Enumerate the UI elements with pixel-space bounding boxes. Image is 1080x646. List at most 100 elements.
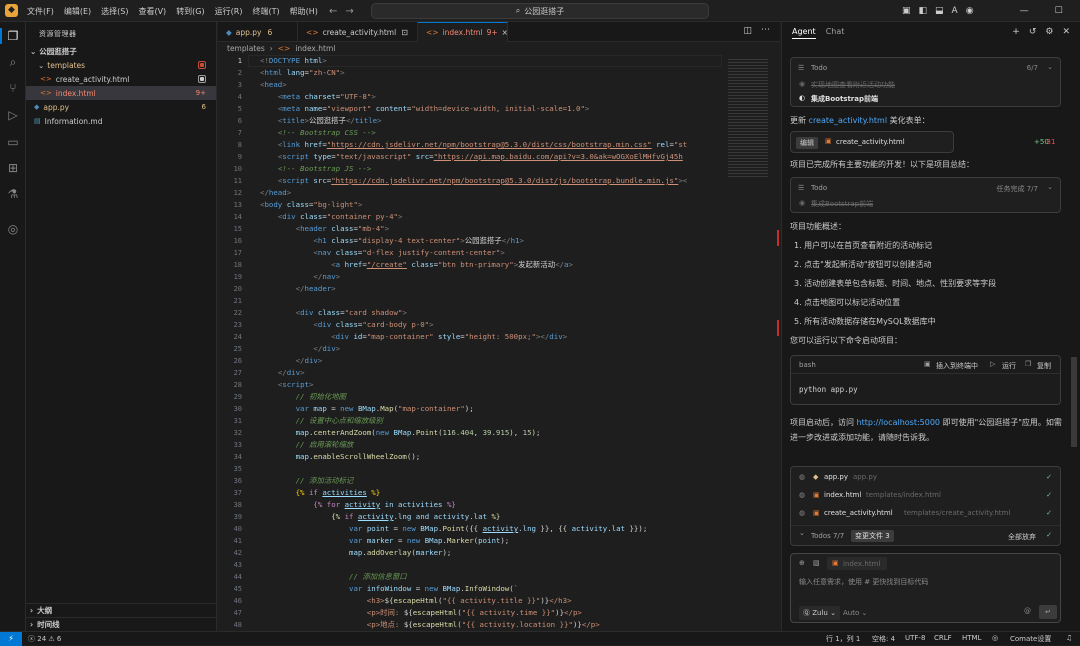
testing-icon[interactable]: ⚗	[6, 187, 20, 201]
menu-selection[interactable]: 选择(S)	[96, 6, 133, 17]
check-all-icon[interactable]: ✓	[1046, 531, 1052, 539]
history-icon[interactable]: ↺	[1029, 27, 1037, 37]
activity-bar: ❐ ⌕ ⑂ ▷ ▭ ⊞ ⚗ ◎	[0, 22, 26, 631]
tree-item-create-activity[interactable]: <> create_activity.html	[26, 72, 216, 86]
tab-close-icon[interactable]: ×	[502, 28, 508, 37]
copy-button[interactable]: 复制	[1037, 361, 1051, 371]
insert-terminal-button[interactable]: 插入到终端中	[936, 361, 978, 371]
tab-app-py[interactable]: ◆ app.py 6	[218, 22, 298, 42]
changed-file-row[interactable]: ◍ ▣ index.html templates/index.html ✓	[791, 487, 1060, 504]
line-number: 4	[237, 93, 242, 101]
changed-file-row[interactable]: ◍ ▣ create_activity.html templates/creat…	[791, 505, 1060, 522]
line-number: 31	[233, 417, 242, 425]
changed-file-row[interactable]: ◍ ◆ app.py app.py ✓	[791, 469, 1060, 486]
tab-agent[interactable]: Agent	[792, 27, 816, 39]
minimap[interactable]	[724, 55, 780, 631]
discard-all-button[interactable]: 全部放弃	[1008, 532, 1036, 542]
encoding[interactable]: UTF-8	[905, 634, 925, 642]
toggle-panel-icon[interactable]: ⬓	[935, 6, 944, 16]
tree-item-templates[interactable]: ⌄ templates	[26, 58, 216, 72]
timeline-section[interactable]: › 时间线	[26, 617, 216, 631]
send-button[interactable]: ↵	[1039, 605, 1057, 619]
menu-edit[interactable]: 编辑(E)	[59, 6, 96, 17]
mode-selector[interactable]: Auto ⌄	[843, 609, 867, 617]
plus-icon[interactable]: +	[1012, 27, 1020, 37]
copilot-icon[interactable]: ◎	[992, 634, 998, 642]
run-button[interactable]: 运行	[1002, 361, 1016, 371]
chevron-down-icon[interactable]: ⌄	[1047, 183, 1053, 191]
menu-view[interactable]: 查看(V)	[133, 6, 171, 17]
mention-icon[interactable]: @	[1024, 607, 1031, 615]
breadcrumb-file[interactable]: index.html	[295, 44, 335, 53]
edit-file-name: create_activity.html	[836, 138, 905, 146]
breadcrumb-folder[interactable]: templates	[227, 44, 265, 53]
editor-tab-bar: ◆ app.py 6 <> create_activity.html ⊡ <> …	[218, 22, 780, 42]
cursor-position[interactable]: 行 1，列 1	[826, 634, 860, 644]
outline-section[interactable]: › 大纲	[26, 603, 216, 617]
tree-item-app-py[interactable]: ◆ app.py 6	[26, 100, 216, 114]
tab-index[interactable]: <> index.html 9+ ×	[418, 22, 508, 42]
extensions-icon[interactable]: ⊞	[6, 161, 20, 175]
problems-indicator[interactable]: ⓧ 24 ⚠ 6	[28, 634, 61, 644]
panel-scrollbar[interactable]	[1071, 357, 1077, 447]
chevron-down-icon[interactable]: ⌄	[799, 529, 805, 537]
close-icon[interactable]: ✕	[1062, 27, 1070, 37]
line-ending[interactable]: CRLF	[934, 634, 952, 642]
search-icon[interactable]: ⌕	[6, 55, 20, 69]
minimize-icon[interactable]: —	[1020, 6, 1029, 16]
menu-help[interactable]: 帮助(H)	[285, 6, 323, 17]
translate-icon[interactable]: A	[952, 6, 958, 16]
chevron-down-icon[interactable]: ⌄	[1047, 63, 1053, 71]
remote-icon[interactable]: ⚡	[0, 632, 22, 646]
indentation[interactable]: 空格: 4	[872, 634, 895, 644]
add-context-icon[interactable]: ⊕	[799, 559, 805, 567]
image-icon[interactable]: ▨	[813, 559, 820, 567]
menu-run[interactable]: 运行(R)	[210, 6, 248, 17]
more-actions-icon[interactable]: ⋯	[761, 25, 770, 35]
tab-badge: 9+	[486, 28, 498, 37]
menu-terminal[interactable]: 终端(T)	[247, 6, 284, 17]
explorer-icon[interactable]: ❐	[6, 29, 20, 43]
notifications-icon[interactable]: ♫	[1066, 634, 1072, 642]
chat-input[interactable]: 输入任意需求，使用 # 更快找到目标代码	[799, 577, 928, 587]
gear-icon[interactable]: ⚙	[1045, 27, 1053, 37]
localhost-link[interactable]: http://localhost:5000	[857, 418, 940, 427]
language-mode[interactable]: HTML	[962, 634, 981, 642]
changed-files-badge[interactable]: 变更文件 3	[851, 530, 894, 542]
tree-item-information-md[interactable]: ▤ Information.md	[26, 114, 216, 128]
code-editor[interactable]: 1 2 3 4 5 6 7 8 9 10 11 12 13 14 15 16 17 18 19 20 21 22 23 24 2…	[218, 55, 780, 631]
markdown-file-icon: ▤	[34, 117, 41, 125]
file-link[interactable]: create_activity.html	[809, 116, 888, 125]
tree-item-index[interactable]: <> index.html 9+	[26, 86, 216, 100]
back-arrow-icon[interactable]: ←	[329, 6, 337, 17]
forward-arrow-icon[interactable]: →	[345, 6, 353, 17]
menu-file[interactable]: 文件(F)	[22, 6, 59, 17]
source-control-icon[interactable]: ⑂	[6, 81, 20, 95]
line-number: 26	[233, 357, 242, 365]
edit-card[interactable]: 编辑 ▣ create_activity.html +50	[790, 131, 1049, 153]
account-icon[interactable]: ◉	[966, 6, 974, 16]
maximize-icon[interactable]: ☐	[1055, 6, 1063, 16]
toggle-sidebar-icon[interactable]: ◧	[919, 6, 928, 16]
command-center[interactable]: ⌕ 公园逛搭子	[371, 3, 709, 19]
tab-create-activity[interactable]: <> create_activity.html ⊡	[298, 22, 418, 42]
tab-chat[interactable]: Chat	[826, 27, 845, 39]
line-number: 33	[233, 441, 242, 449]
run-debug-icon[interactable]: ▷	[6, 108, 20, 122]
model-selector[interactable]: Ⓠ Zulu ⌄	[799, 606, 840, 620]
line-number: 43	[233, 561, 242, 569]
project-folder[interactable]: ⌄ 公园逛搭子	[26, 44, 216, 58]
modified-dot-icon	[198, 61, 206, 69]
tab-close-icon[interactable]: ⊡	[401, 28, 408, 37]
line-number: 8	[237, 141, 242, 149]
chevron-down-icon: ⌄	[861, 609, 868, 617]
todo-card-done: ☰ Todo 任务完成 7/7 ⌄ ◉ 集成Bootstrap前端	[790, 177, 1061, 213]
layout-icon[interactable]: ▣	[902, 6, 911, 16]
remote-explorer-icon[interactable]: ▭	[6, 135, 20, 149]
split-editor-icon[interactable]: ◫	[743, 26, 752, 36]
comate-settings[interactable]: Comate设置	[1010, 634, 1051, 644]
comate-icon[interactable]: ◎	[6, 222, 20, 236]
menu-go[interactable]: 转到(G)	[171, 6, 209, 17]
code-content[interactable]: <!DOCTYPE html> <html lang="zh-CN"> <hea…	[260, 55, 687, 631]
overview-item: 4. 点击地图可以标记活动位置	[794, 298, 901, 307]
